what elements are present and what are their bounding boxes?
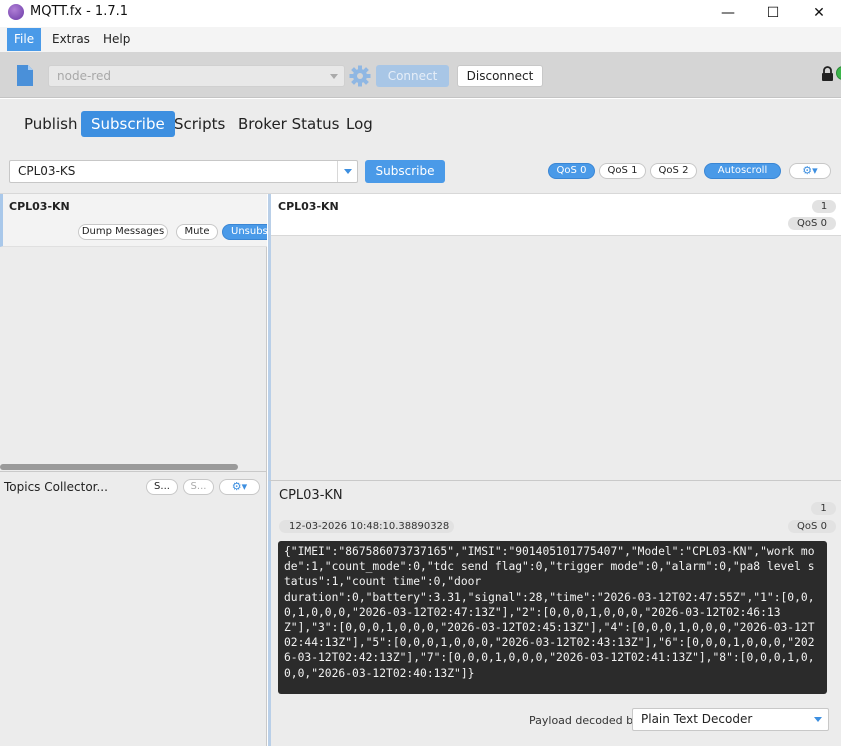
topics-collector-stop-button[interactable]: S... <box>183 479 214 495</box>
gear-icon: ⚙▾ <box>802 164 818 177</box>
main-tabs: Publish Subscribe Scripts Broker Status … <box>0 99 841 150</box>
chevron-down-icon <box>814 717 822 722</box>
qos0-button[interactable]: QoS 0 <box>548 163 595 179</box>
topic-input-value: CPL03-KS <box>18 164 76 178</box>
subscriptions-panel: CPL03-KN Dump Messages Mute Unsubscribe … <box>0 194 267 746</box>
subscription-topic: CPL03-KN <box>9 200 70 213</box>
decoder-value: Plain Text Decoder <box>641 712 753 726</box>
disconnect-button[interactable]: Disconnect <box>457 65 543 87</box>
menu-file[interactable]: File <box>7 28 42 51</box>
subscription-item[interactable]: CPL03-KN Dump Messages Mute Unsubscribe <box>0 194 267 247</box>
minimize-button[interactable]: — <box>705 0 751 26</box>
close-button[interactable]: ✕ <box>796 0 841 26</box>
unsubscribe-button[interactable]: Unsubscribe <box>222 224 267 240</box>
document-icon[interactable] <box>16 64 34 87</box>
dump-messages-button[interactable]: Dump Messages <box>78 224 168 240</box>
subscribe-button[interactable]: Subscribe <box>365 160 445 183</box>
window-title: MQTT.fx - 1.7.1 <box>30 4 128 19</box>
connect-button[interactable]: Connect <box>376 65 449 87</box>
horizontal-scrollbar[interactable] <box>0 464 238 470</box>
menu-help[interactable]: Help <box>96 28 137 51</box>
topics-collector-scan-button[interactable]: S... <box>146 479 178 495</box>
qos2-button[interactable]: QoS 2 <box>650 163 697 179</box>
menu-extras[interactable]: Extras <box>45 28 97 51</box>
message-detail: CPL03-KN 1 12-03-2026 10:48:10.38890328 … <box>268 480 841 746</box>
tab-log[interactable]: Log <box>336 111 383 137</box>
message-topic: CPL03-KN <box>278 200 339 213</box>
chevron-down-icon <box>344 169 352 174</box>
tab-broker-status[interactable]: Broker Status <box>228 111 349 137</box>
autoscroll-button[interactable]: Autoscroll <box>704 163 781 179</box>
gear-icon[interactable] <box>349 65 371 87</box>
options-menu-button[interactable]: ⚙▾ <box>789 163 831 179</box>
gear-icon: ⚙▾ <box>231 480 248 493</box>
detail-number-badge: 1 <box>811 502 836 515</box>
payload-text[interactable]: {"IMEI":"867586073737165","IMSI":"901405… <box>278 541 827 694</box>
detail-topic: CPL03-KN <box>279 488 343 503</box>
topic-input[interactable]: CPL03-KS <box>9 160 358 183</box>
panel-divider[interactable] <box>0 471 267 472</box>
topic-dropdown-button[interactable] <box>337 161 357 182</box>
topics-collector-label[interactable]: Topics Collector... <box>4 480 108 494</box>
messages-list: CPL03-KN 1 QoS 0 <box>268 194 841 480</box>
message-item[interactable]: CPL03-KN 1 QoS 0 <box>271 194 841 236</box>
mute-button[interactable]: Mute <box>176 224 218 240</box>
lock-icon <box>822 66 833 81</box>
tab-subscribe[interactable]: Subscribe <box>81 111 175 137</box>
menu-bar: File Extras Help <box>0 27 841 52</box>
detail-timestamp: 12-03-2026 10:48:10.38890328 <box>279 520 454 533</box>
tab-publish[interactable]: Publish <box>14 111 87 137</box>
title-bar: MQTT.fx - 1.7.1 — ☐ ✕ <box>0 0 841 26</box>
profile-combo[interactable]: node-red <box>48 65 345 87</box>
subscribe-bar: CPL03-KS Subscribe QoS 0 QoS 1 QoS 2 Aut… <box>0 150 841 194</box>
connection-status-icon <box>836 66 841 80</box>
tab-scripts[interactable]: Scripts <box>164 111 235 137</box>
decoder-select[interactable]: Plain Text Decoder <box>632 708 829 731</box>
connection-toolbar: node-red Connect Disconnect <box>0 52 841 98</box>
maximize-button[interactable]: ☐ <box>750 0 796 26</box>
profile-value: node-red <box>57 69 111 83</box>
topics-collector-options-button[interactable]: ⚙▾ <box>219 479 260 495</box>
message-qos-badge: QoS 0 <box>788 217 836 230</box>
app-icon <box>8 4 24 20</box>
message-number-badge: 1 <box>812 200 836 213</box>
chevron-down-icon <box>330 74 338 79</box>
qos1-button[interactable]: QoS 1 <box>599 163 646 179</box>
detail-qos-badge: QoS 0 <box>788 520 836 533</box>
decoder-label: Payload decoded by <box>529 714 640 727</box>
